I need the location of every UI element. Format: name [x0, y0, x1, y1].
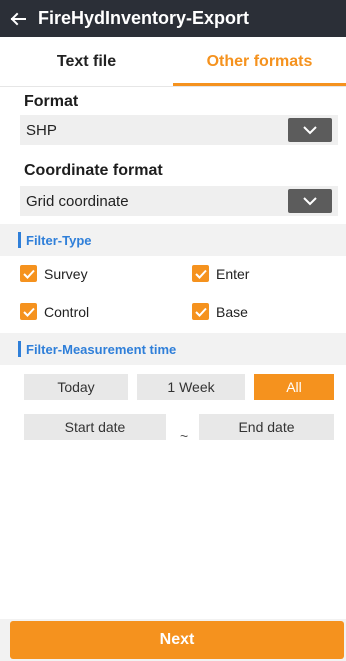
coordinate-format-label: Coordinate format — [24, 162, 163, 179]
format-value: SHP — [26, 121, 57, 139]
range-all-button[interactable]: All — [254, 374, 334, 400]
format-dropdown-button[interactable] — [288, 118, 332, 142]
tab-other-formats[interactable]: Other formats — [173, 37, 346, 86]
checkbox-survey[interactable]: Survey — [20, 265, 88, 282]
checkmark-icon — [20, 265, 37, 282]
tab-label: Other formats — [206, 52, 313, 70]
tab-bar: Text file Other formats — [0, 37, 346, 87]
next-button[interactable]: Next — [10, 621, 344, 659]
filter-time-title: Filter-Measurement time — [26, 341, 177, 357]
checkbox-base[interactable]: Base — [192, 303, 248, 320]
app-bar: FireHydInventory-Export — [0, 0, 346, 37]
chevron-down-icon — [303, 126, 317, 135]
checkbox-control[interactable]: Control — [20, 303, 89, 320]
back-arrow-icon[interactable] — [0, 0, 36, 37]
range-week-button[interactable]: 1 Week — [137, 374, 245, 400]
tab-label: Text file — [56, 52, 117, 70]
checkmark-icon — [192, 303, 209, 320]
section-accent-bar — [18, 232, 21, 248]
format-label: Format — [24, 93, 79, 110]
checkmark-icon — [192, 265, 209, 282]
date-range-separator: ~ — [180, 428, 189, 444]
checkmark-icon — [20, 303, 37, 320]
filter-type-title: Filter-Type — [26, 232, 92, 248]
range-today-button[interactable]: Today — [24, 374, 128, 400]
checkbox-label: Control — [44, 303, 90, 320]
filter-type-header: Filter-Type — [0, 224, 346, 256]
checkbox-label: Enter — [216, 265, 250, 282]
coordinate-format-dropdown-button[interactable] — [288, 189, 332, 213]
end-date-button[interactable]: End date — [199, 414, 334, 440]
page-title: FireHydInventory-Export — [38, 8, 250, 28]
section-accent-bar — [18, 341, 21, 357]
checkbox-label: Survey — [44, 265, 88, 282]
coordinate-format-value: Grid coordinate — [26, 192, 129, 210]
chevron-down-icon — [303, 197, 317, 206]
checkbox-label: Base — [216, 303, 248, 320]
checkbox-enter[interactable]: Enter — [192, 265, 249, 282]
start-date-button[interactable]: Start date — [24, 414, 166, 440]
active-tab-indicator — [173, 83, 346, 86]
format-select[interactable]: SHP — [20, 115, 338, 145]
tab-text-file[interactable]: Text file — [0, 37, 173, 86]
filter-time-header: Filter-Measurement time — [0, 333, 346, 365]
export-options-panel: Format SHP Coordinate format Grid coordi… — [0, 87, 346, 619]
coordinate-format-select[interactable]: Grid coordinate — [20, 186, 338, 216]
